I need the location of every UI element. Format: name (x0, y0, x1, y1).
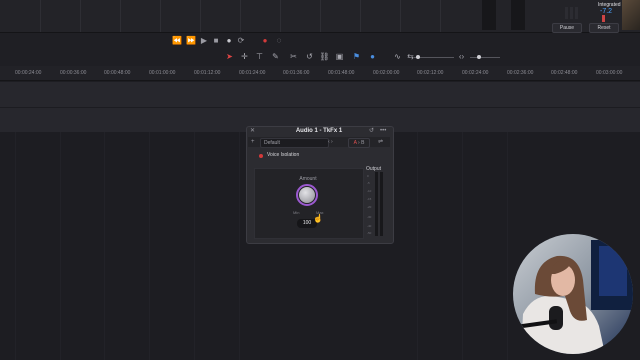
timecode: 00:01:00:00 (149, 70, 176, 76)
ab-compare-toggle[interactable]: A › B (348, 138, 370, 148)
output-scale-mark: -15 (367, 197, 372, 201)
image-icon[interactable]: ▣ (334, 52, 345, 61)
presenter-video (513, 234, 633, 354)
ab-b-label: B (361, 140, 365, 146)
waveform-icon[interactable]: ∿ (392, 52, 403, 61)
loudness-marker (602, 15, 605, 22)
record-arm-icon[interactable]: ● (260, 36, 270, 45)
effect-bypass-toggle[interactable] (259, 154, 263, 158)
flag-icon[interactable]: ⚑ (351, 52, 362, 61)
viewer-thumbnail (622, 0, 640, 30)
timecode: 00:01:48:00 (328, 70, 355, 76)
pointer-tool-icon[interactable]: ➤ (224, 52, 235, 61)
fast-forward-button[interactable]: ⏩ (186, 36, 196, 45)
top-panel (0, 0, 640, 33)
output-label: Output (366, 166, 382, 172)
pause-button[interactable]: Pause (552, 23, 582, 33)
preset-nav-arrows[interactable]: ‹ › (328, 137, 333, 147)
add-preset-button[interactable]: + (251, 137, 255, 147)
output-meter-left (375, 172, 378, 236)
close-icon[interactable]: ✕ (250, 126, 255, 137)
mouse-cursor-icon: ☝ (313, 214, 323, 223)
timecode: 00:01:36:00 (283, 70, 310, 76)
stop-button[interactable]: ■ (211, 36, 221, 45)
timecode: 00:02:36:00 (507, 70, 534, 76)
level-meter (482, 0, 496, 30)
timecode: 00:02:00:00 (373, 70, 400, 76)
effect-name: Voice Isolation (267, 152, 300, 158)
range-tool-icon[interactable]: ✛ (239, 52, 250, 61)
preset-dropdown[interactable]: Default (260, 138, 329, 148)
snap-icon[interactable]: ↺ (304, 52, 315, 61)
output-scale-mark: -5 (367, 181, 370, 185)
transport-bar (0, 33, 640, 49)
link-icon[interactable]: ⇌ (378, 137, 383, 147)
more-icon[interactable]: ••• (380, 126, 386, 137)
output-scale-mark: -20 (367, 205, 372, 209)
rewind-button[interactable]: ⏪ (172, 36, 182, 45)
link-icon[interactable]: ⛓ (319, 52, 330, 61)
timeline-ruler[interactable] (0, 66, 640, 81)
reset-icon[interactable]: ↺ (369, 126, 374, 137)
marker-icon[interactable]: ● (367, 52, 378, 61)
timecode: 00:01:24:00 (239, 70, 266, 76)
timecode: 00:02:48:00 (551, 70, 578, 76)
metronome-icon[interactable]: ◌ (274, 36, 284, 45)
timecode: 00:02:12:00 (417, 70, 444, 76)
min-label: Min (293, 210, 300, 215)
play-button[interactable]: ▶ (199, 36, 209, 45)
loop-button[interactable]: ⟳ (236, 36, 246, 45)
trim-tool-icon[interactable]: ⊤ (254, 52, 265, 61)
amount-label: Amount (299, 176, 317, 182)
zoom-slider-track[interactable] (414, 57, 454, 58)
timecode: 00:00:24:00 (15, 70, 42, 76)
bus-meters (565, 7, 578, 19)
integrated-value: -7.2 (600, 8, 613, 15)
webcam-overlay (513, 234, 633, 354)
track-divider (0, 107, 640, 108)
timecode: 00:01:12:00 (194, 70, 221, 76)
timecode: 00:00:48:00 (104, 70, 131, 76)
height-slider-track[interactable] (470, 57, 500, 58)
timecode: 00:00:36:00 (60, 70, 87, 76)
record-button[interactable]: ● (224, 36, 234, 45)
timecode: 00:03:00:00 (596, 70, 623, 76)
height-slider-knob[interactable] (477, 55, 481, 59)
output-scale-mark: 0 (367, 174, 369, 178)
razor-tool-icon[interactable]: ✂ (288, 52, 299, 61)
fit-icon[interactable]: ‹› (456, 52, 467, 61)
output-scale-mark: -30 (367, 215, 372, 219)
reset-button[interactable]: Reset (589, 23, 619, 33)
level-meter (511, 0, 525, 30)
output-meter-right (380, 172, 383, 236)
pen-tool-icon[interactable]: ✎ (270, 52, 281, 61)
timecode: 00:02:24:00 (462, 70, 489, 76)
output-scale-mark: -40 (367, 224, 372, 228)
zoom-slider-knob[interactable] (416, 55, 420, 59)
output-scale-mark: -50 (367, 231, 372, 235)
amount-knob[interactable] (299, 187, 315, 203)
output-scale-mark: -10 (367, 189, 372, 193)
